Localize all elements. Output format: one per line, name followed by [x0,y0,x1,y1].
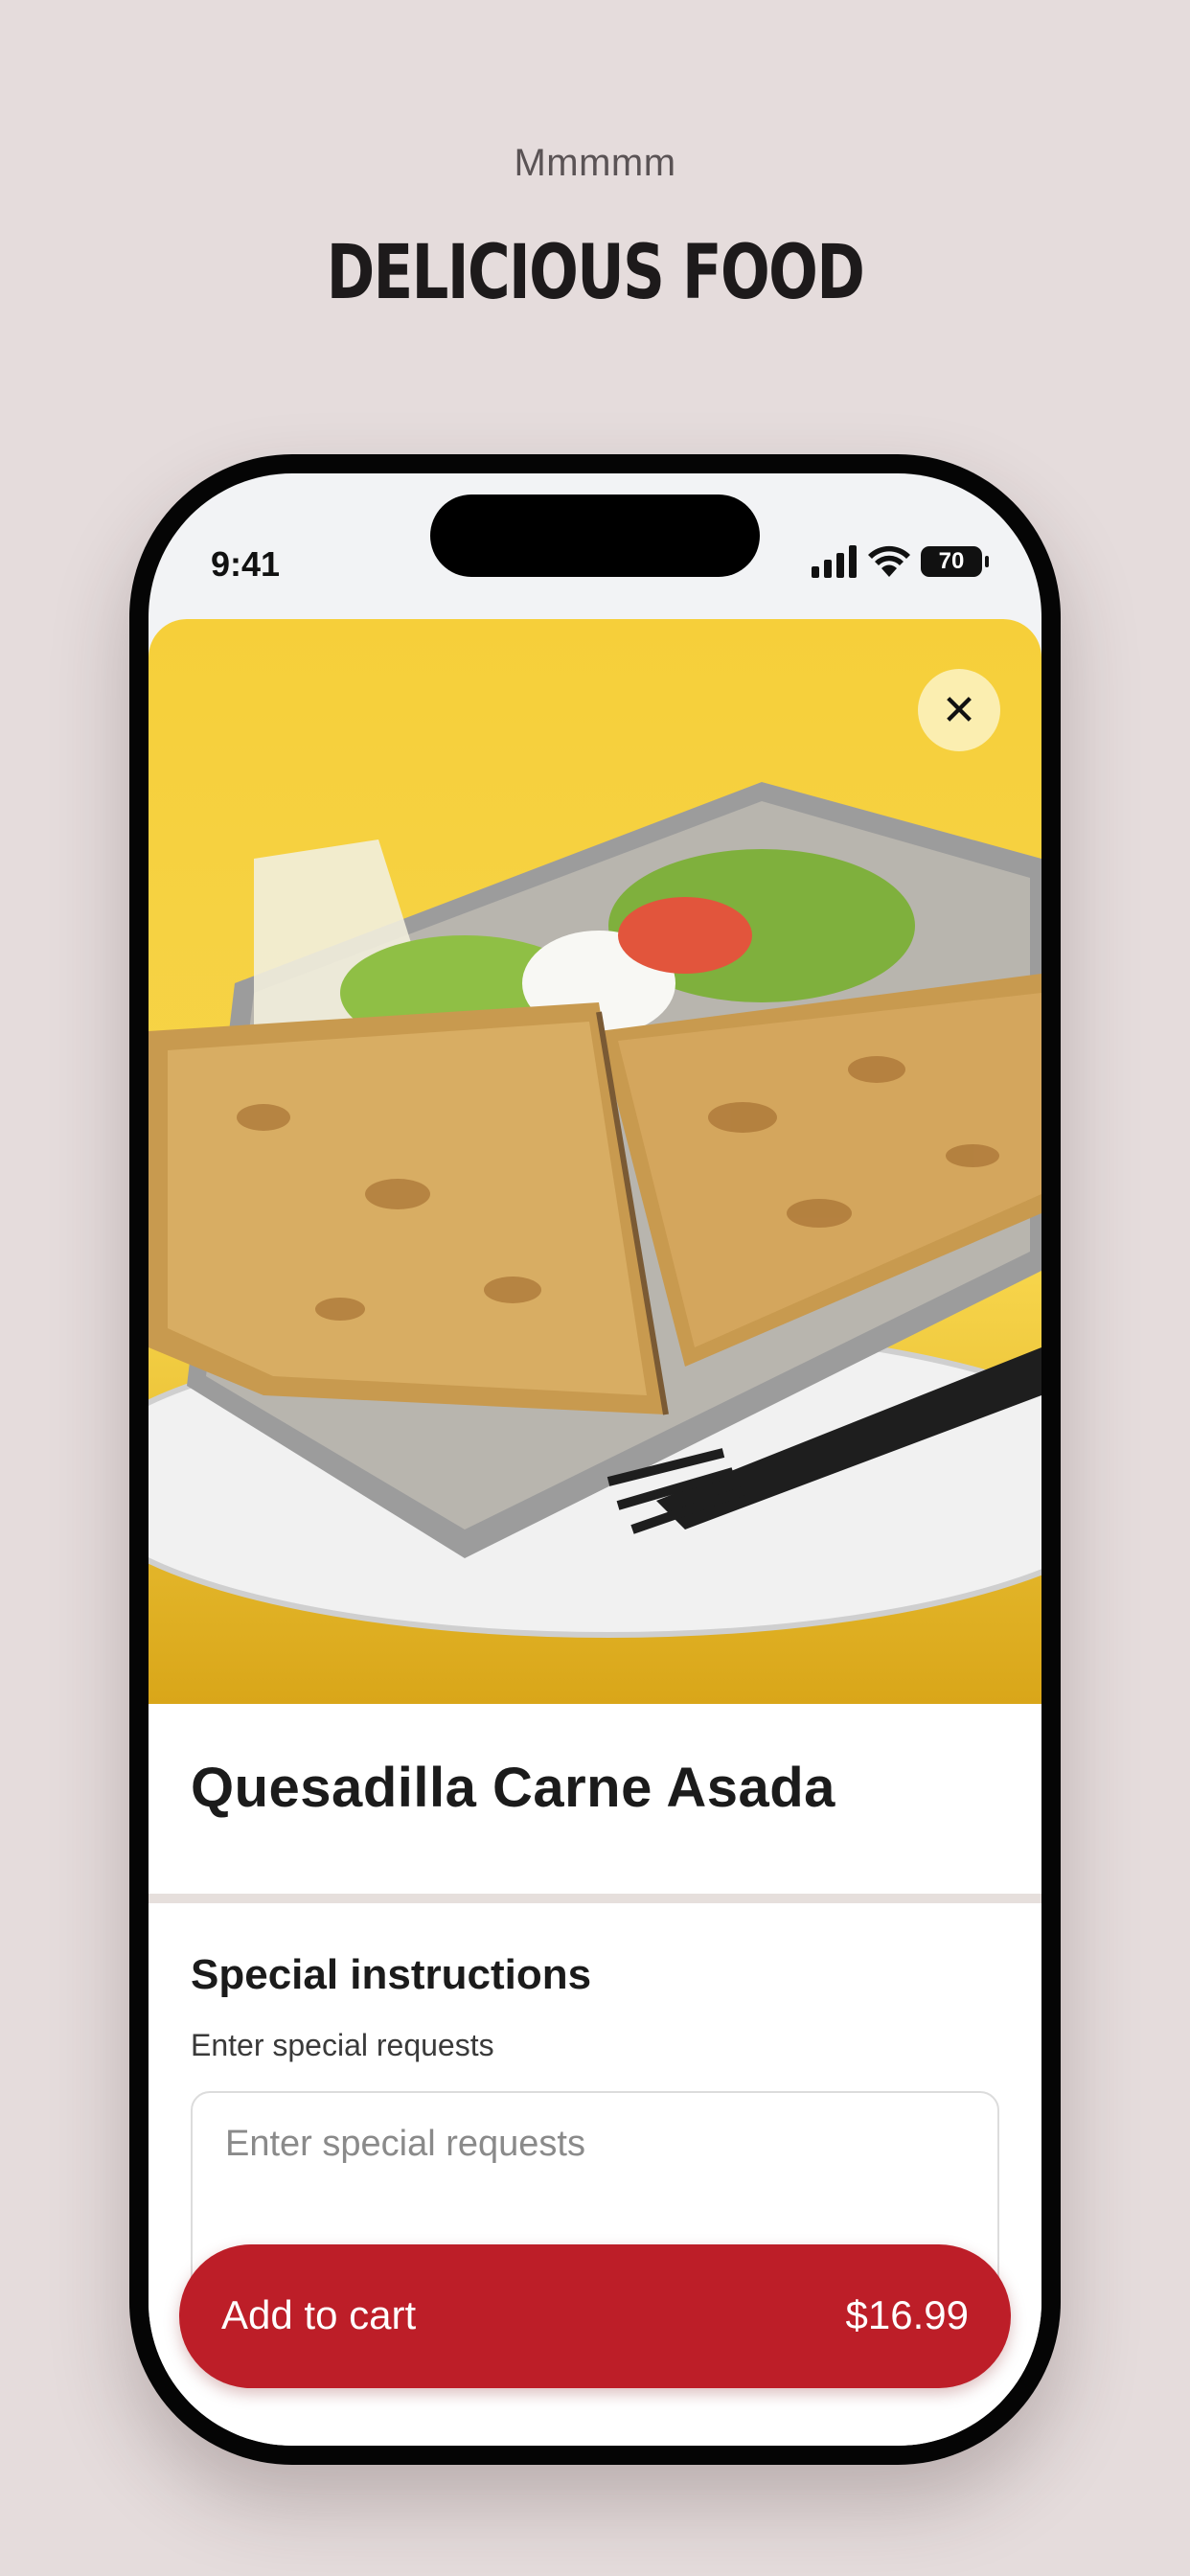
kicker-text: Mmmmm [514,142,676,184]
wifi-icon [868,545,910,577]
headline: DELICIOUS FOOD [326,230,865,316]
special-instructions-label: Enter special requests [191,2028,494,2062]
signal-icon [812,545,857,578]
add-to-cart-label: Add to cart [221,2292,417,2337]
food-photo: ✕ [149,619,1041,1704]
cart-price: $16.99 [845,2292,969,2337]
product-sheet: ✕ Quesadilla Carne Asada Special instruc… [149,619,1041,2446]
phone-screen: 9:41 70 ✕ Quesadilla Carne Asada Special… [149,473,1041,2446]
add-to-cart-button[interactable]: Add to cart $16.99 [179,2244,1011,2388]
status-icons: 70 [812,542,989,581]
status-time: 9:41 [211,544,281,584]
dynamic-island [430,494,760,577]
phone-frame: 9:41 70 ✕ Quesadilla Carne Asada Special… [129,454,1061,2465]
product-title: Quesadilla Carne Asada [191,1757,835,1819]
close-icon: ✕ [941,686,977,734]
section-divider [149,1894,1041,1903]
special-instructions-title: Special instructions [191,1951,592,1998]
battery-icon: 70 [921,546,989,577]
special-requests-placeholder: Enter special requests [225,2124,585,2164]
close-button[interactable]: ✕ [918,669,1000,751]
food-illustration [149,782,1041,1638]
